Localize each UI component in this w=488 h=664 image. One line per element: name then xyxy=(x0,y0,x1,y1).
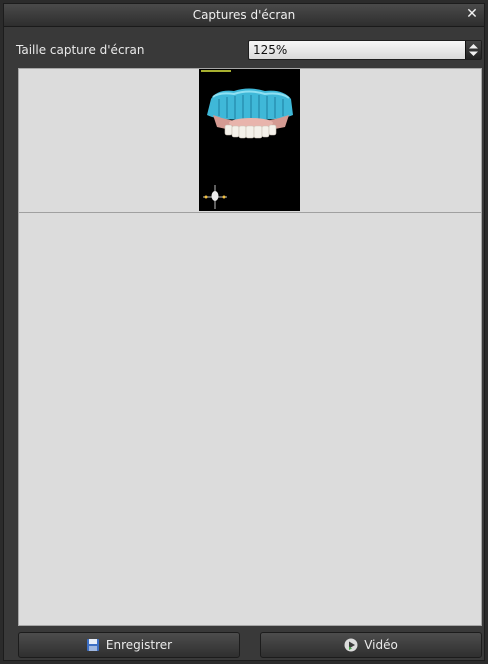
screenshot-size-label: Taille capture d'écran xyxy=(16,43,145,57)
video-button[interactable]: Vidéo xyxy=(260,632,482,658)
screenshot-size-value: 125% xyxy=(253,43,288,57)
screenshot-list[interactable] xyxy=(18,68,482,626)
dialog-title: Captures d'écran xyxy=(192,8,296,22)
spinner-arrows-icon[interactable] xyxy=(465,41,481,59)
close-icon[interactable]: ✕ xyxy=(464,6,480,22)
screenshot-row[interactable] xyxy=(19,69,481,213)
screenshot-thumbnail[interactable] xyxy=(199,69,300,211)
video-button-label: Vidéo xyxy=(364,638,398,652)
play-icon xyxy=(344,638,358,652)
screenshot-size-select[interactable]: 125% xyxy=(248,40,482,60)
title-bar[interactable]: Captures d'écran ✕ xyxy=(4,4,484,27)
screenshots-dialog: Captures d'écran ✕ Taille capture d'écra… xyxy=(3,3,485,661)
save-button[interactable]: Enregistrer xyxy=(18,632,240,658)
dental-scan-image xyxy=(199,69,300,211)
floppy-disk-icon xyxy=(86,638,100,652)
save-button-label: Enregistrer xyxy=(105,638,173,652)
